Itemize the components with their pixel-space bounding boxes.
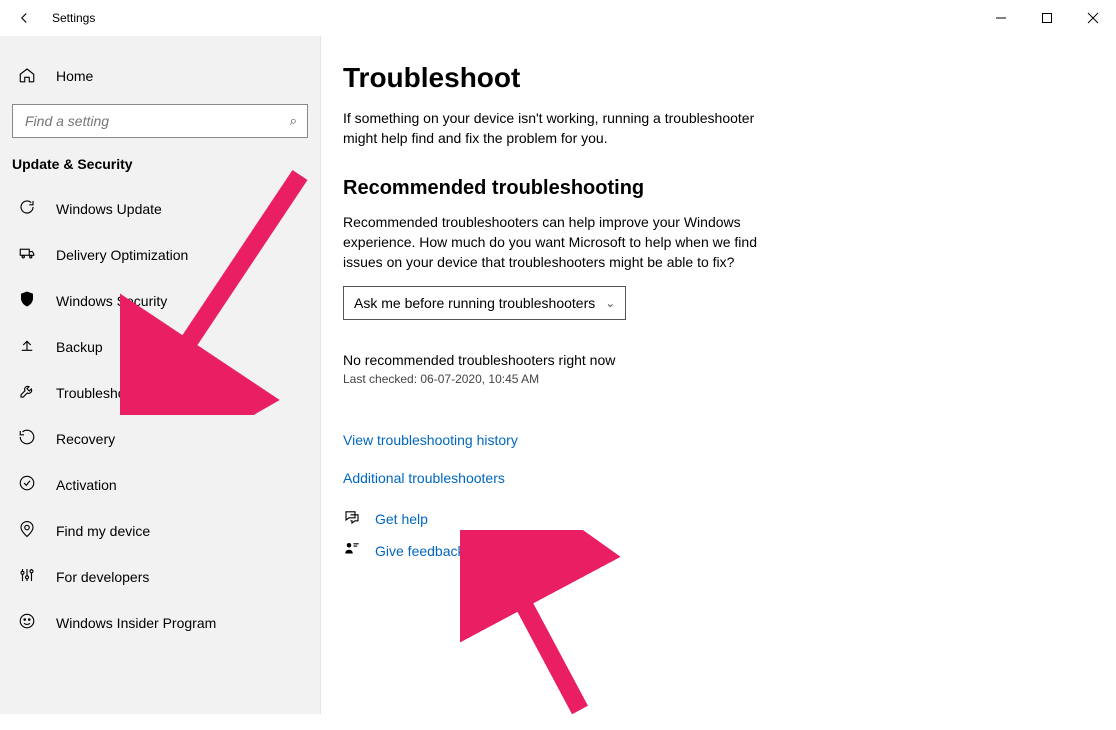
troubleshoot-preference-dropdown[interactable]: Ask me before running troubleshooters ⌄ (343, 286, 626, 320)
sidebar-item-recovery[interactable]: Recovery (0, 416, 320, 462)
search-icon: ⌕ (290, 113, 297, 129)
main-content: Troubleshoot If something on your device… (320, 36, 1116, 714)
maximize-button[interactable] (1024, 0, 1070, 36)
minimize-button[interactable] (978, 0, 1024, 36)
sidebar-item-windows-update[interactable]: Windows Update (0, 186, 320, 232)
delivery-icon (18, 244, 36, 266)
page-intro: If something on your device isn't workin… (343, 108, 763, 149)
last-checked-text: Last checked: 06-07-2020, 10:45 AM (343, 372, 1076, 386)
search-field[interactable] (23, 112, 290, 130)
nav-label: Troubleshoot (56, 385, 137, 401)
sync-icon (18, 198, 36, 220)
section-heading: Update & Security (0, 152, 320, 186)
nav-label: Activation (56, 477, 117, 493)
sidebar-item-delivery-optimization[interactable]: Delivery Optimization (0, 232, 320, 278)
page-title: Troubleshoot (343, 62, 1076, 94)
chat-icon (343, 508, 361, 530)
home-button[interactable]: Home (0, 54, 320, 98)
insider-icon (18, 612, 36, 634)
shield-icon (18, 290, 36, 312)
sidebar-item-for-developers[interactable]: For developers (0, 554, 320, 600)
nav-label: Windows Update (56, 201, 162, 217)
maximize-icon (1041, 12, 1053, 24)
home-label: Home (56, 68, 93, 84)
sidebar-item-windows-security[interactable]: Windows Security (0, 278, 320, 324)
history-link[interactable]: View troubleshooting history (343, 432, 518, 448)
give-feedback-link[interactable]: Give feedback (375, 543, 465, 559)
nav-label: Windows Insider Program (56, 615, 216, 631)
sidebar-item-backup[interactable]: Backup (0, 324, 320, 370)
nav-label: Windows Security (56, 293, 167, 309)
sidebar-item-activation[interactable]: Activation (0, 462, 320, 508)
location-icon (18, 520, 36, 542)
additional-troubleshooters-link[interactable]: Additional troubleshooters (343, 470, 505, 486)
search-input[interactable]: ⌕ (12, 104, 308, 138)
check-circle-icon (18, 474, 36, 496)
feedback-icon (343, 540, 361, 562)
sidebar-item-find-my-device[interactable]: Find my device (0, 508, 320, 554)
nav-label: Recovery (56, 431, 115, 447)
window-title: Settings (48, 11, 95, 25)
nav-label: Delivery Optimization (56, 247, 188, 263)
sidebar-item-troubleshoot[interactable]: Troubleshoot (0, 370, 320, 416)
backup-icon (18, 336, 36, 358)
get-help-link[interactable]: Get help (375, 511, 428, 527)
nav-label: Backup (56, 339, 103, 355)
recovery-icon (18, 428, 36, 450)
close-icon (1087, 12, 1099, 24)
chevron-down-icon: ⌄ (605, 296, 615, 310)
back-button[interactable] (0, 0, 48, 36)
sidebar: Home ⌕ Update & Security Windows Update … (0, 36, 320, 714)
home-icon (18, 66, 36, 87)
minimize-icon (995, 12, 1007, 24)
recommended-heading: Recommended troubleshooting (343, 177, 1076, 200)
wrench-icon (18, 382, 36, 404)
dropdown-value: Ask me before running troubleshooters (354, 295, 595, 311)
nav-label: Find my device (56, 523, 150, 539)
back-arrow-icon (15, 9, 33, 27)
sidebar-item-insider[interactable]: Windows Insider Program (0, 600, 320, 646)
close-button[interactable] (1070, 0, 1116, 36)
recommended-desc: Recommended troubleshooters can help imp… (343, 212, 763, 273)
nav-label: For developers (56, 569, 149, 585)
no-recommended-text: No recommended troubleshooters right now (343, 352, 1076, 368)
sliders-icon (18, 566, 36, 588)
